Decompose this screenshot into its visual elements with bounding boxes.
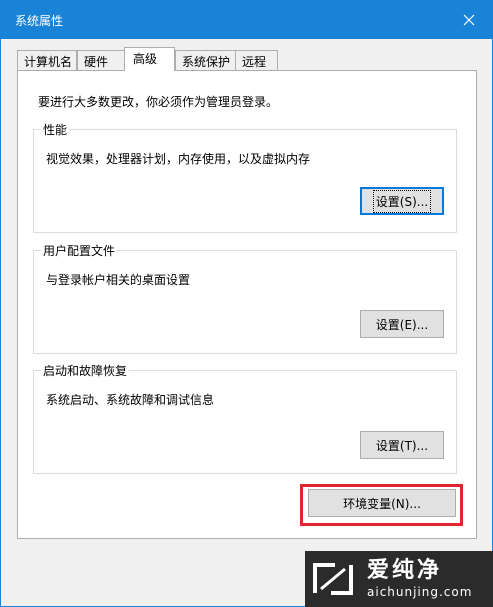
performance-settings-label: 设置(S)... bbox=[372, 189, 432, 213]
user-profiles-settings-button[interactable]: 设置(E)... bbox=[360, 310, 444, 338]
watermark-name: 爱纯净 bbox=[367, 558, 443, 583]
watermark: 爱纯净 aichunjing.com bbox=[305, 551, 493, 607]
user-profiles-group: 用户配置文件 与登录帐户相关的桌面设置 设置(E)... bbox=[33, 242, 457, 354]
startup-recovery-group: 启动和故障恢复 系统启动、系统故障和调试信息 设置(T)... bbox=[33, 362, 457, 474]
performance-group: 性能 视觉效果，处理器计划，内存使用，以及虚拟内存 设置(S)... bbox=[33, 121, 457, 233]
advanced-tab-panel: 要进行大多数更改，你必须作为管理员登录。 性能 视觉效果，处理器计划，内存使用，… bbox=[17, 70, 477, 539]
performance-label: 性能 bbox=[41, 121, 70, 138]
tab-advanced[interactable]: 高级 bbox=[124, 47, 175, 71]
user-profiles-label: 用户配置文件 bbox=[41, 242, 118, 259]
tab-remote[interactable]: 远程 bbox=[235, 50, 278, 71]
system-properties-window: 系统属性 计算机名 硬件 高级 系统保护 远程 要进行大多数更改，你必须作为管理… bbox=[0, 0, 493, 607]
watermark-text: 爱纯净 aichunjing.com bbox=[367, 558, 472, 600]
environment-variables-button[interactable]: 环境变量(N)... bbox=[308, 489, 456, 517]
admin-notice: 要进行大多数更改，你必须作为管理员登录。 bbox=[38, 95, 279, 109]
startup-recovery-label: 启动和故障恢复 bbox=[41, 362, 130, 379]
tab-hardware[interactable]: 硬件 bbox=[77, 50, 125, 71]
performance-settings-button[interactable]: 设置(S)... bbox=[360, 187, 444, 215]
startup-recovery-description: 系统启动、系统故障和调试信息 bbox=[46, 393, 215, 407]
tab-computer-name[interactable]: 计算机名 bbox=[17, 50, 77, 71]
performance-description: 视觉效果，处理器计划，内存使用，以及虚拟内存 bbox=[46, 152, 311, 166]
watermark-url: aichunjing.com bbox=[367, 585, 473, 599]
title-bar[interactable]: 系统属性 bbox=[1, 1, 492, 39]
watermark-logo-icon bbox=[313, 563, 353, 595]
tab-system-protection[interactable]: 系统保护 bbox=[175, 50, 236, 71]
close-button[interactable] bbox=[446, 1, 492, 39]
window-title: 系统属性 bbox=[15, 14, 64, 28]
user-profiles-description: 与登录帐户相关的桌面设置 bbox=[46, 273, 191, 287]
startup-recovery-settings-button[interactable]: 设置(T)... bbox=[360, 431, 444, 459]
close-icon bbox=[463, 14, 475, 26]
